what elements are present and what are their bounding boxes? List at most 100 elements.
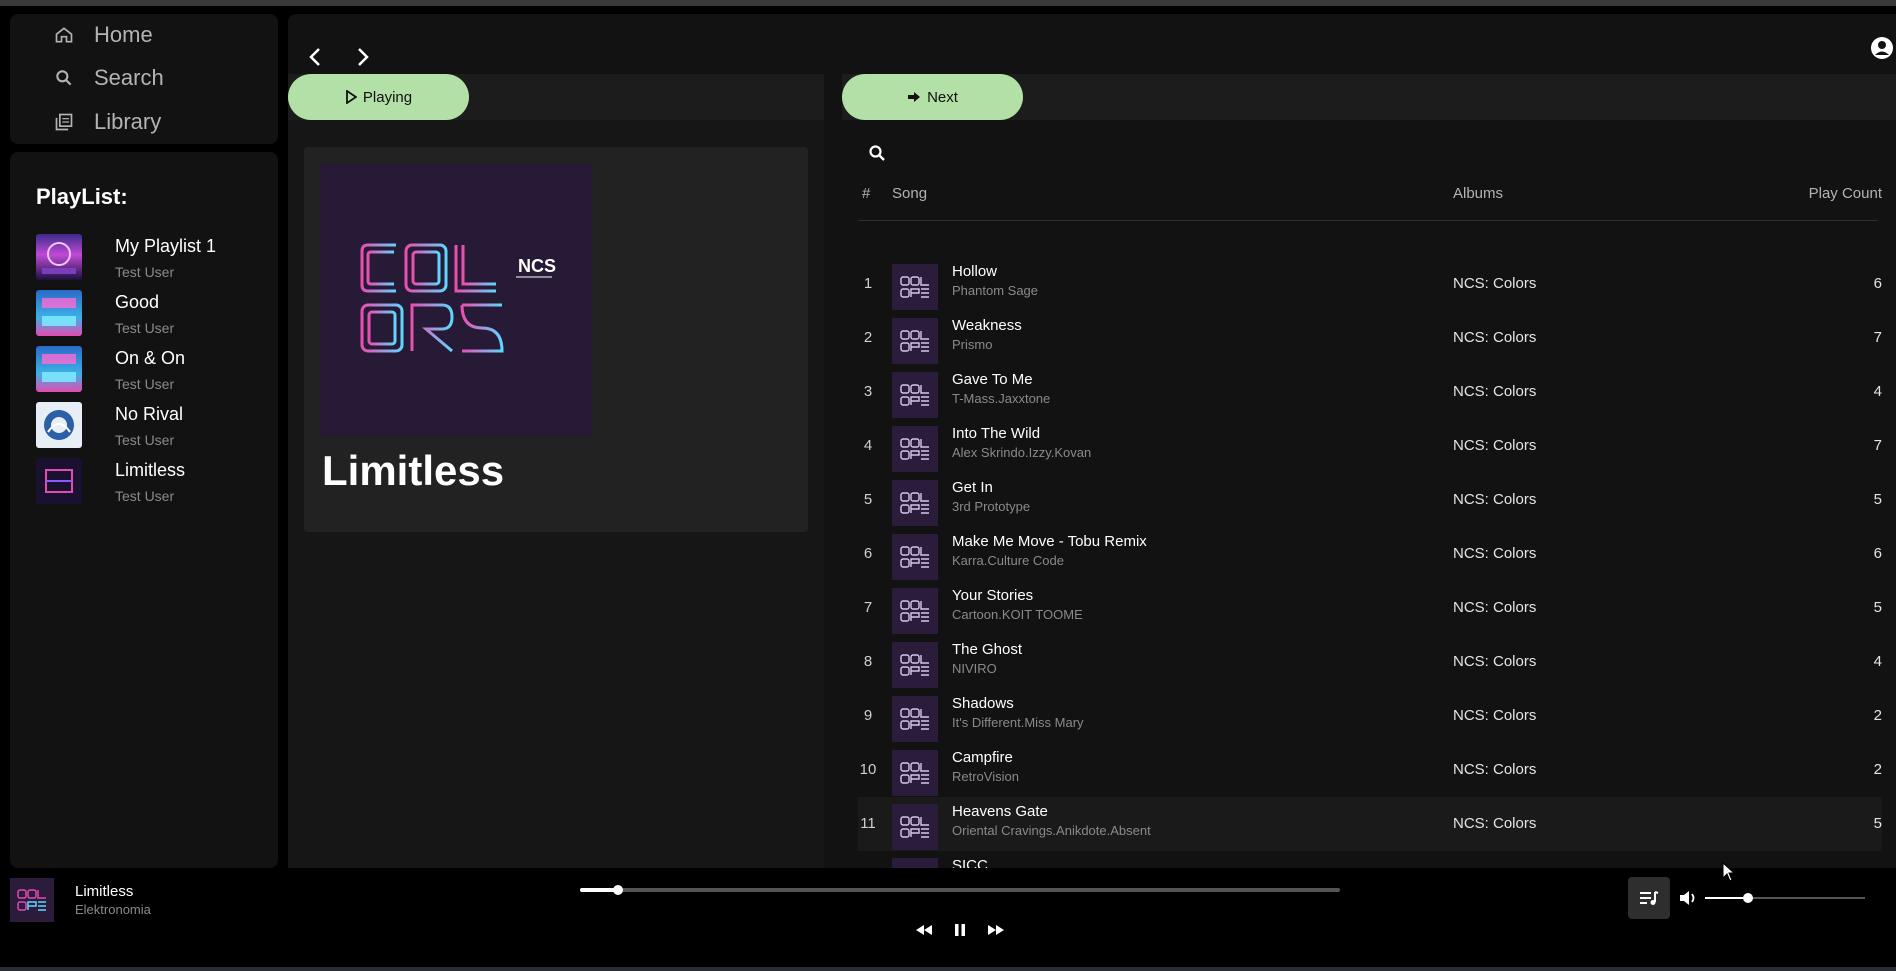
pause-button[interactable]: [950, 920, 970, 940]
forward-button[interactable]: [350, 42, 376, 72]
song-row[interactable]: 10 Campfire RetroVision NCS: Colors 2: [858, 743, 1882, 797]
nav-home[interactable]: Home: [54, 22, 153, 48]
nav-search[interactable]: Search: [54, 65, 164, 91]
playlist-item[interactable]: My Playlist 1 Test User: [36, 234, 266, 284]
song-row[interactable]: 11 Heavens Gate Oriental Cravings.Anikdote…: [858, 797, 1882, 851]
song-number: 10: [859, 761, 877, 778]
song-row[interactable]: 6 Make Me Move - Tobu Remix Karra.Culture …: [858, 527, 1882, 581]
song-play-count: 7: [1873, 437, 1882, 454]
chevron-left-icon: [309, 48, 320, 66]
playlist-heading: PlayList:: [36, 184, 128, 209]
song-title: Gave To Me: [952, 371, 1033, 388]
song-album[interactable]: NCS: Colors: [1453, 707, 1536, 724]
song-play-count: 2: [1873, 707, 1882, 724]
song-play-count: 5: [1873, 491, 1882, 508]
song-album[interactable]: NCS: Colors: [1453, 329, 1536, 346]
song-row[interactable]: 8 The Ghost NIVIRO NCS: Colors 4: [858, 635, 1882, 689]
song-row[interactable]: 3 Gave To Me T-Mass.Jaxxtone NCS: Colors 4: [858, 365, 1882, 419]
profile-button[interactable]: [1868, 34, 1896, 62]
playlist-cover: [36, 402, 82, 448]
col-header-song[interactable]: Song: [892, 185, 927, 202]
volume-button[interactable]: [1678, 888, 1698, 908]
now-playing-panel: Playing NCS Limitless: [288, 74, 824, 868]
song-thumbnail: [892, 426, 938, 472]
window-bottom-border: [0, 967, 1896, 971]
col-header-play-count[interactable]: Play Count: [1809, 185, 1882, 202]
song-number: 9: [863, 707, 873, 724]
song-title: Shadows: [952, 695, 1014, 712]
nav-library-label: Library: [94, 109, 162, 134]
song-play-count: 4: [1873, 383, 1882, 400]
fast-forward-button[interactable]: [986, 920, 1006, 940]
song-row[interactable]: 2 Weakness Prismo NCS: Colors 7: [858, 311, 1882, 365]
playlist-cover: [36, 234, 82, 280]
song-row[interactable]: 4 Into The Wild Alex Skrindo.Izzy.Kovan NCS…: [858, 419, 1882, 473]
tab-next[interactable]: Next: [842, 74, 1023, 120]
song-artist: RetroVision: [952, 769, 1019, 784]
volume-fill: [1705, 897, 1749, 899]
song-number: 7: [863, 599, 873, 616]
col-header-num: #: [862, 185, 871, 202]
playlist-item[interactable]: On & On Test User: [36, 346, 266, 396]
queue-search-button[interactable]: [868, 144, 886, 162]
playlist-owner: Test User: [115, 488, 175, 504]
user-icon: [1871, 37, 1893, 59]
volume-icon: [1680, 891, 1695, 905]
now-playing-card: NCS Limitless: [304, 147, 808, 532]
song-title: Weakness: [952, 317, 1022, 334]
song-album[interactable]: NCS: Colors: [1453, 437, 1536, 454]
now-playing-title: Limitless: [322, 447, 505, 494]
song-row[interactable]: 7 Your Stories Cartoon.KOIT TOOME NCS: Colo…: [858, 581, 1882, 635]
player-track-title: Limitless: [75, 883, 134, 900]
song-album[interactable]: NCS: Colors: [1453, 383, 1536, 400]
song-album[interactable]: NCS: Colors: [1453, 545, 1536, 562]
song-title: The Ghost: [952, 641, 1023, 658]
home-icon: [55, 27, 73, 43]
song-artist: It's Different.Miss Mary: [952, 715, 1084, 730]
song-album[interactable]: NCS: Colors: [1453, 599, 1536, 616]
song-row[interactable]: 1 Hollow Phantom Sage NCS: Colors 6: [858, 257, 1882, 311]
playlist-owner: Test User: [115, 264, 175, 280]
back-button[interactable]: [302, 42, 328, 72]
player-album-art: [10, 878, 54, 922]
song-number: 2: [863, 329, 873, 346]
playlist-item[interactable]: Good Test User: [36, 290, 266, 340]
song-title: Into The Wild: [952, 425, 1041, 442]
song-thumbnail: [892, 264, 938, 310]
tab-playing[interactable]: Playing: [288, 74, 469, 120]
col-header-album[interactable]: Albums: [1453, 185, 1503, 202]
queue-panel: Next # Song Albums Play Count 1 Hollow Pha…: [842, 74, 1896, 868]
volume-handle[interactable]: [1743, 893, 1754, 903]
rewind-button[interactable]: [914, 920, 934, 940]
song-row[interactable]: 9 Shadows It's Different.Miss Mary NCS: Col…: [858, 689, 1882, 743]
song-title: SICC: [952, 857, 988, 868]
song-artist: Prismo: [952, 337, 993, 352]
nav-search-label: Search: [94, 65, 164, 90]
song-artist: NIVIRO: [952, 661, 997, 676]
song-row[interactable]: 5 Get In 3rd Prototype NCS: Colors 5: [858, 473, 1882, 527]
progress-handle[interactable]: [613, 885, 623, 895]
window-top-border: [0, 0, 1896, 6]
queue-button[interactable]: [1628, 877, 1670, 919]
song-album[interactable]: NCS: Colors: [1453, 815, 1536, 832]
song-album[interactable]: NCS: Colors: [1453, 653, 1536, 670]
song-play-count: 5: [1873, 815, 1882, 832]
playlist-item[interactable]: Limitless Test User: [36, 458, 266, 508]
progress-bar[interactable]: [580, 885, 1340, 895]
song-album[interactable]: NCS: Colors: [1453, 761, 1536, 778]
song-album[interactable]: NCS: Colors: [1453, 491, 1536, 508]
playlist-item[interactable]: No Rival Test User: [36, 402, 266, 452]
song-number: 4: [863, 437, 873, 454]
arrow-right-icon: [908, 92, 921, 102]
song-thumbnail: [892, 642, 938, 688]
player-track-artist: Elektronomia: [75, 902, 151, 917]
song-thumbnail: [892, 750, 938, 796]
song-number: 3: [863, 383, 873, 400]
playlist-owner: Test User: [115, 320, 175, 336]
nav-library[interactable]: Library: [54, 109, 161, 135]
playlist-owner: Test User: [115, 376, 175, 392]
volume-slider[interactable]: [1705, 893, 1865, 903]
ncs-logo-text: NCS: [518, 256, 556, 276]
song-album[interactable]: NCS: Colors: [1453, 275, 1536, 292]
song-play-count: 6: [1873, 275, 1882, 292]
